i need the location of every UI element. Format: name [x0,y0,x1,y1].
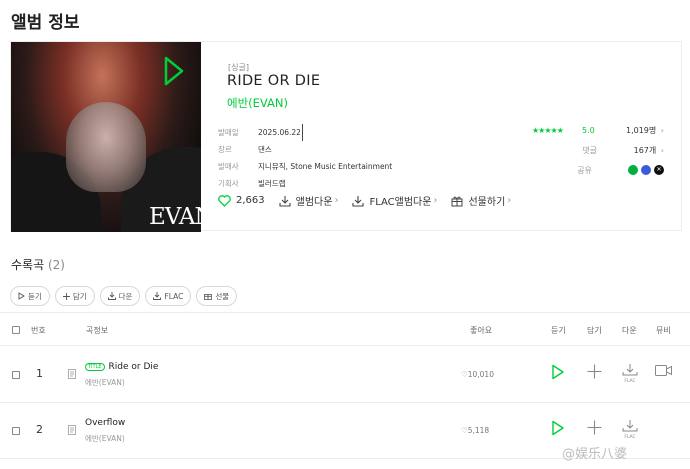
header-num: 번호 [31,326,46,335]
like-count: 2,663 [236,195,265,206]
track-likes[interactable]: ♡5,118 [461,426,489,435]
kakao-share-icon[interactable] [628,165,638,175]
meta-label: 발매사 [218,162,239,171]
album-artist-link[interactable]: 에반(EVAN) [227,95,288,111]
add-all-button[interactable]: 담기 [54,286,95,306]
cover-text: EVAN [149,204,201,230]
download-icon [279,195,291,207]
rating-stars: ★★★★★ [532,125,564,135]
track-title[interactable]: TITLE Ride or Die [85,362,158,372]
svg-text:FLAC: FLAC [624,378,635,383]
meta-row-agency: 기획사 빌러드랩 [218,175,392,192]
gift-icon [451,196,463,206]
cover-figure-face [66,102,146,192]
row-checkbox[interactable] [12,427,20,435]
comments-label: 댓글 [582,145,597,155]
watermark: @娱乐八婆 [562,447,628,462]
header-listen: 듣기 [551,326,566,335]
play-icon [18,292,25,300]
tracks-action-bar: 듣기 담기 다운 FLAC 선물 [10,286,238,306]
download-all-button[interactable]: 다운 [99,286,141,306]
rating-count: 1,019명 › [625,125,664,135]
track-artist[interactable]: 에반(EVAN) [85,433,125,444]
download-icon [352,195,365,207]
header-mv: 뮤비 [656,326,671,335]
comments-row[interactable]: 댓글 167개 › [532,140,664,160]
heart-icon [218,194,231,207]
album-title: RIDE OR DIE [227,73,321,89]
album-download-button[interactable]: 앨범다운 › [279,193,338,208]
svg-text:FLAC: FLAC [624,434,635,439]
flac-download-icon[interactable]: FLAC [622,363,638,383]
rating-row[interactable]: ★★★★★ 5.0 1,019명 › [532,120,664,140]
tracks-count: (2) [47,258,65,272]
meta-row-publisher: 발매사 지니뮤직, Stone Music Entertainment [218,158,392,175]
flac-all-button[interactable]: FLAC [145,286,192,306]
header-add: 담기 [587,326,602,335]
share-label: 공유 [577,165,592,175]
meta-row-genre: 장르 댄스 [218,141,392,158]
plus-icon [62,292,70,300]
meta-value: 지니뮤직, Stone Music Entertainment [258,162,393,171]
title-badge: TITLE [85,363,105,371]
play-icon[interactable] [551,420,565,436]
like-button[interactable]: 2,663 [218,194,265,207]
facebook-share-icon[interactable] [641,165,651,175]
lyrics-icon[interactable] [68,425,76,435]
gift-button[interactable]: 선물하기 › [451,193,511,208]
row-checkbox[interactable] [12,371,20,379]
rating-score: 5.0 [582,125,595,135]
download-icon [107,292,116,300]
comments-count: 167개 › [633,145,664,155]
lyrics-icon[interactable] [68,369,76,379]
flac-download-button[interactable]: FLAC앨범다운 › [352,193,437,208]
track-likes[interactable]: ♡10,010 [461,370,494,379]
table-row: 1 TITLE Ride or Die 에반(EVAN) ♡10,010 FLA… [0,347,690,403]
meta-label: 기획사 [218,179,239,188]
album-card: EVAN [싱글] RIDE OR DIE 에반(EVAN) 발매일 2025.… [10,41,682,232]
download-icon [153,292,162,300]
select-all-checkbox[interactable] [12,326,20,334]
track-title[interactable]: Overflow [85,418,125,428]
track-number: 2 [36,423,43,436]
track-artist[interactable]: 에반(EVAN) [85,377,125,388]
play-icon[interactable] [163,55,185,87]
album-actions: 2,663 앨범다운 › FLAC앨범다운 › 선물하기 › [218,193,525,208]
meta-value: 댄스 [258,145,272,154]
album-meta: 발매일 2025.06.22 장르 댄스 발매사 지니뮤직, Stone Mus… [218,124,392,192]
album-cover[interactable]: EVAN [11,42,201,232]
album-stats: ★★★★★ 5.0 1,019명 › 댓글 167개 › 공유 ✕ [532,120,664,180]
meta-row-release: 발매일 2025.06.22 [218,124,392,141]
plus-icon[interactable] [587,364,602,379]
gift-all-button[interactable]: 선물 [196,286,238,306]
meta-value: 빌러드랩 [258,179,286,188]
album-type-tag: [싱글] [228,63,249,72]
share-icons: ✕ [628,165,664,175]
meta-value: 2025.06.22 [258,124,303,141]
flac-download-icon[interactable]: FLAC [622,419,638,439]
play-icon[interactable] [551,364,565,380]
meta-label: 발매일 [218,128,239,137]
plus-icon[interactable] [587,420,602,435]
meta-label: 장르 [218,145,232,154]
header-info: 곡정보 [86,326,109,335]
listen-all-button[interactable]: 듣기 [10,286,50,306]
share-row: 공유 ✕ [532,160,664,180]
track-table-header: 번호 곡정보 좋아요 듣기 담기 다운 뮤비 [0,312,690,346]
page-title: 앨범 정보 [11,13,80,33]
video-icon[interactable] [655,364,673,377]
header-down: 다운 [622,326,637,335]
header-likes: 좋아요 [470,326,493,335]
tracks-title: 수록곡 (2) [11,258,65,272]
track-number: 1 [36,367,43,380]
x-share-icon[interactable]: ✕ [654,165,664,175]
gift-icon [204,294,213,300]
